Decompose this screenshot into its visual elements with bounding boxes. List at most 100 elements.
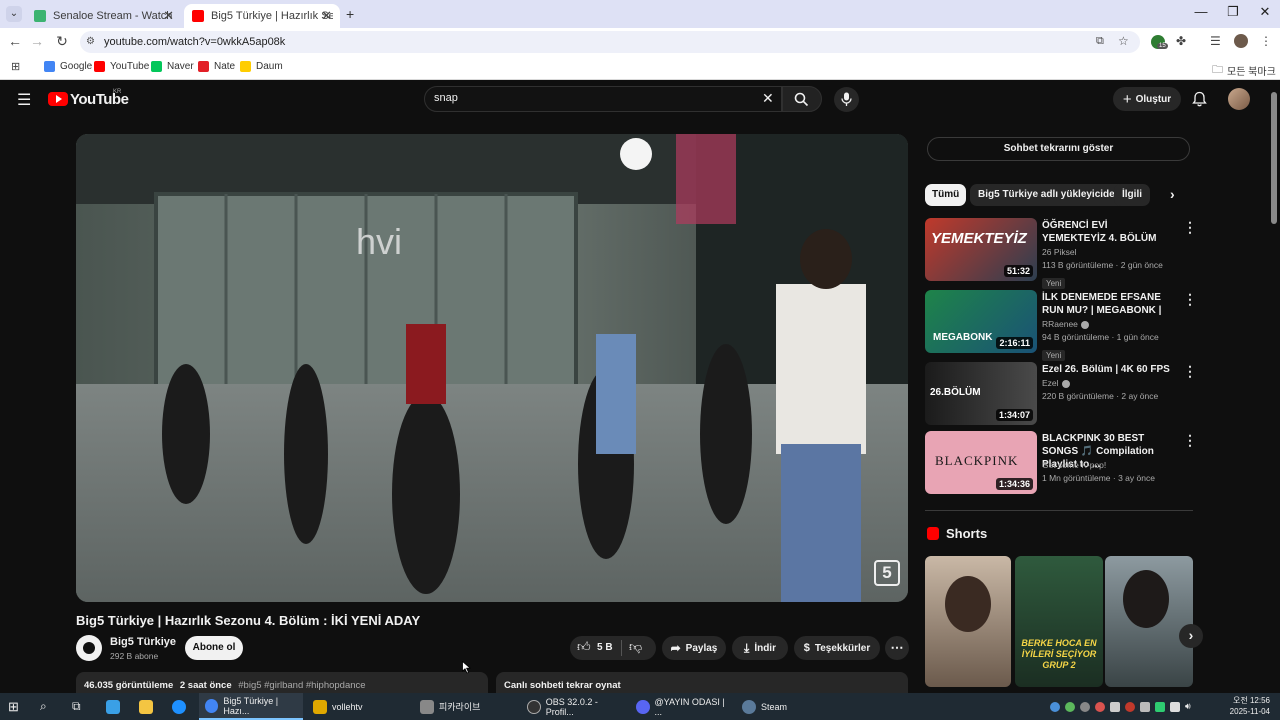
recommendation-title[interactable]: ÖĞRENCİ EVİ YEMEKTEYİZ 4. BÖLÜM (1042, 219, 1174, 245)
channel-watermark[interactable]: 5 (874, 560, 900, 586)
like-count[interactable]: 5 B (597, 642, 613, 653)
bookmark-nate[interactable]: Nate (198, 61, 235, 72)
more-actions-icon[interactable]: ⋯ (885, 636, 909, 660)
dislike-icon[interactable]: 👎︎ (629, 639, 642, 655)
show-chat-replay-button[interactable]: Sohbet tekrarını göster (927, 137, 1190, 161)
recommendation-channel[interactable]: RRaenee (1042, 318, 1078, 331)
site-info-icon[interactable]: ⚙ (86, 36, 95, 47)
recommendation-thumbnail[interactable]: BLACKPINK 1:34:36 (925, 431, 1037, 494)
bookmark-naver[interactable]: Naver (151, 61, 194, 72)
video-player[interactable]: hvi 5 (76, 134, 908, 602)
channel-name[interactable]: Big5 Türkiye (110, 636, 176, 648)
all-bookmarks[interactable]: 🗀 모든 북마크 (1212, 61, 1276, 80)
share-button[interactable]: ➦ Paylaş (662, 636, 726, 660)
reading-list-icon[interactable]: ☰ (1210, 34, 1221, 48)
bookmark-google[interactable]: Google (44, 61, 92, 72)
taskbar-item-pikalive[interactable]: 피카라이브 (416, 693, 516, 720)
volume-icon[interactable]: 🔊︎ (1185, 701, 1191, 712)
recommendation-title[interactable]: İLK DENEMEDE EFSANE RUN MU? | MEGABONK | (1042, 291, 1174, 317)
recommendation-title[interactable]: Ezel 26. Bölüm | 4K 60 FPS (1042, 363, 1174, 376)
taskbar-date[interactable]: 2025-11-04 (1222, 707, 1270, 716)
tray-icon[interactable] (1155, 701, 1165, 712)
youtube-logo-icon[interactable] (48, 92, 68, 106)
recommendation-menu-icon[interactable]: ⋮ (1183, 291, 1197, 308)
close-window-icon[interactable]: ✕ (1250, 4, 1280, 20)
taskbar-item-chrome[interactable]: Big5 Türkiye | Hazı... (199, 693, 303, 720)
restore-icon[interactable]: ❐ (1218, 4, 1248, 20)
minimize-icon[interactable]: — (1186, 4, 1216, 19)
bookmark-youtube[interactable]: YouTube (94, 61, 149, 72)
create-button[interactable]: + Oluştur (1113, 87, 1181, 111)
recommendation-menu-icon[interactable]: ⋮ (1183, 432, 1197, 449)
recommendation-channel-row[interactable]: Ezel (1042, 377, 1070, 390)
forward-icon[interactable]: → (28, 33, 46, 49)
tray-icon[interactable] (1110, 701, 1120, 712)
new-tab-button[interactable]: + (346, 6, 354, 22)
taskbar-time[interactable]: 오전 12:56 (1226, 695, 1270, 706)
start-icon[interactable]: ⊞ (8, 693, 19, 720)
tab-search-button[interactable]: ⌄ (6, 6, 22, 22)
short-thumbnail[interactable]: BERKE HOCA EN İYİLERİ SEÇİYOR GRUP 2 (1015, 556, 1103, 687)
download-button[interactable]: ⤓ İndir (732, 636, 788, 660)
file-explorer-icon[interactable] (139, 693, 158, 720)
profile-avatar[interactable] (1234, 34, 1248, 48)
notifications-bell-icon[interactable] (1192, 91, 1207, 107)
apps-grid-icon[interactable]: ⊞ (11, 60, 20, 73)
tray-icon[interactable] (1125, 701, 1135, 712)
reload-icon[interactable]: ↻ (53, 33, 71, 50)
install-app-icon[interactable]: ⧉ (1096, 35, 1104, 48)
taskbar-item-obs[interactable]: OBS 32.0.2 - Profil... (523, 693, 627, 720)
desktop-icon[interactable] (106, 693, 125, 720)
back-icon[interactable]: ← (6, 33, 24, 49)
tray-icon[interactable] (1065, 701, 1075, 712)
taskbar-item-label: Big5 Türkiye | Hazı... (223, 695, 279, 716)
search-input[interactable]: snap (434, 92, 458, 104)
edge-browser-icon[interactable] (172, 693, 191, 720)
recommendation-thumbnail[interactable]: 26.BÖLÜM 1:34:07 (925, 362, 1037, 425)
channel-avatar[interactable] (76, 635, 102, 661)
scrollbar-thumb[interactable] (1271, 92, 1277, 224)
recommendation-menu-icon[interactable]: ⋮ (1183, 363, 1197, 380)
search-taskbar-icon[interactable]: ⌕ (40, 693, 47, 720)
shorts-next-icon[interactable]: › (1179, 624, 1203, 648)
recommendation-channel[interactable]: Ezel (1042, 377, 1059, 390)
chips-next-icon[interactable]: › (1170, 186, 1175, 202)
recommendation-thumbnail[interactable]: YEMEKTEYİZ 51:32 (925, 218, 1037, 281)
url-text[interactable]: youtube.com/watch?v=0wkkA5ap08k (104, 36, 285, 48)
chip-from-uploader[interactable]: Big5 Türkiye adlı yükleyiciden (970, 184, 1129, 206)
recommendation-thumbnail[interactable]: MEGABONK 2:16:11 (925, 290, 1037, 353)
chip-related[interactable]: İlgili (1114, 184, 1150, 206)
browser-tab-youtube[interactable]: Big5 Türkiye | Hazırlık Sezonu ✕ (184, 4, 340, 28)
tray-icon[interactable] (1050, 701, 1060, 712)
tab-close-icon[interactable]: ✕ (321, 8, 332, 24)
subscribe-button[interactable]: Abone ol (185, 636, 243, 660)
browser-tab-senaloe[interactable]: Senaloe Stream - Watch Live d ✕ (26, 4, 182, 28)
recommendation-channel[interactable]: 26 Piksel (1042, 246, 1077, 259)
taskbar-item-steam[interactable]: Steam (738, 693, 828, 720)
short-thumbnail[interactable] (925, 556, 1011, 687)
tray-icon[interactable] (1095, 701, 1105, 712)
recommendation-menu-icon[interactable]: ⋮ (1183, 219, 1197, 236)
short-thumbnail[interactable] (1105, 556, 1193, 687)
clear-search-icon[interactable]: ✕ (762, 90, 774, 107)
tray-icon[interactable] (1170, 701, 1180, 712)
bookmark-star-icon[interactable]: ☆ (1118, 34, 1129, 48)
chip-all[interactable]: Tümü (925, 184, 967, 206)
hashtags[interactable]: #big5 #girlband #hiphopdance (238, 680, 365, 691)
tray-icon[interactable] (1140, 701, 1150, 712)
extensions-puzzle-icon[interactable]: ✤ (1176, 34, 1186, 48)
taskbar-item-vollehtv[interactable]: vollehtv (309, 693, 409, 720)
tab-close-icon[interactable]: ✕ (163, 8, 174, 24)
bookmark-daum[interactable]: Daum (240, 61, 283, 72)
tray-icon[interactable] (1080, 701, 1090, 712)
taskbar-item-discord[interactable]: @YAYIN ODASI | ... (632, 693, 732, 720)
search-box[interactable] (424, 86, 782, 112)
like-icon[interactable]: 👍︎ (577, 639, 591, 655)
thanks-button[interactable]: $ Teşekkürler (794, 636, 880, 660)
task-view-icon[interactable]: ⧉ (72, 693, 81, 720)
recommendation-channel-row[interactable]: RRaenee (1042, 318, 1089, 331)
recommendation-channel[interactable]: Get some K-pop! (1042, 459, 1106, 472)
account-avatar[interactable] (1228, 88, 1250, 110)
hamburger-menu-icon[interactable]: ☰ (17, 90, 31, 110)
chrome-menu-icon[interactable]: ⋮ (1260, 34, 1272, 48)
